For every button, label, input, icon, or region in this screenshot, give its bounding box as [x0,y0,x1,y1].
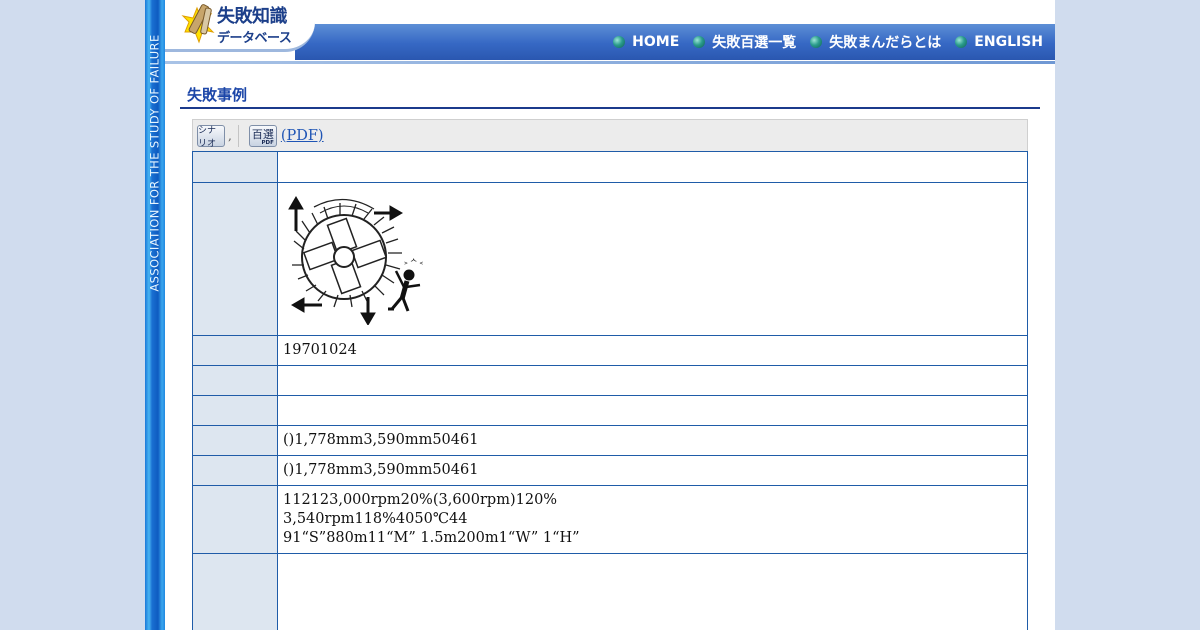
table-row [192,365,1028,396]
case-table: ﹥ᄉ﹤ 19701024 ()1,778mm3,590mm50461 ()1,7… [192,151,1028,630]
value-line: 3,540rpm118%4050℃44 [283,511,468,527]
pdf-link[interactable]: (PDF) [281,128,324,144]
bullet-icon [955,36,968,48]
nav-hyakusen-list-label: 失敗百選一覧 [712,35,797,51]
table-row: 112123,000rpm20%(3,600rpm)120% 3,540rpm1… [192,485,1028,554]
bullet-icon [810,36,823,48]
value-line: 112123,000rpm20%(3,600rpm)120% [283,492,558,508]
value-line: 91“S”880m11“M” 1.5m200m1“W” 1“H” [283,530,580,546]
row-label-cell [192,425,278,456]
nav-mandara[interactable]: 失敗まんだらとは [810,32,941,52]
page-title: 失敗事例 [187,86,248,104]
row-label-cell [192,553,278,630]
scenario-button-label: シナリオ [198,125,217,149]
toolbar: シナリオ , 百選 PDF (PDF) [192,119,1028,151]
row-value-cell: ()1,778mm3,590mm50461 [277,455,1028,486]
nav-mandara-label: 失敗まんだらとは [829,35,942,51]
row-value-cell [277,553,1028,630]
row-value-cell [277,365,1028,396]
row-label-cell [192,485,278,554]
logo-burst-icon [181,4,215,44]
toolbar-divider [237,124,239,147]
bullet-icon [613,36,626,48]
hyakusen-pdf-button[interactable]: 百選 PDF [248,124,277,147]
toolbar-separator: , [228,128,232,143]
table-row [192,553,1028,630]
main-nav: HOME 失敗百選一覧 失敗まんだらとは ENGLISH [613,31,1055,53]
row-value-cell-multiline: 112123,000rpm20%(3,600rpm)120% 3,540rpm1… [277,485,1028,554]
table-row: ()1,778mm3,590mm50461 [192,455,1028,486]
table-row: 19701024 [192,335,1028,366]
logo-title: 失敗知識 [217,6,288,27]
scenario-button[interactable]: シナリオ [197,124,225,149]
sidebar-stripe: ASSOCIATION FOR THE STUDY OF FAILURE [145,0,165,630]
nav-hyakusen-list[interactable]: 失敗百選一覧 [693,32,796,52]
row-label-cell [192,395,278,426]
row-label-cell [192,151,278,183]
page-frame: ASSOCIATION FOR THE STUDY OF FAILURE 失敗知… [145,0,1055,630]
row-value-cell: 19701024 [277,335,1028,366]
illustration-cell: ﹥ᄉ﹤ [277,182,1028,336]
hyakusen-button-sublabel: PDF [261,139,274,146]
row-value-cell [277,395,1028,426]
nav-home[interactable]: HOME [613,34,679,50]
sidebar-text-label: ASSOCIATION FOR THE STUDY OF FAILURE [148,33,162,292]
nav-english-label: ENGLISH [974,34,1043,50]
turbine-burst-illustration: ﹥ᄉ﹤ [288,196,425,325]
row-label-cell [192,182,278,336]
logo-subtitle: データベース [217,31,292,46]
header: 失敗知識 データベース HOME 失敗百選一覧 失敗まんだらとは ENGLISH [165,0,1055,64]
table-row: ﹥ᄉ﹤ [192,182,1028,336]
title-divider [180,107,1040,109]
nav-english[interactable]: ENGLISH [955,34,1043,50]
table-row: ()1,778mm3,590mm50461 [192,425,1028,456]
table-row [192,395,1028,426]
row-value-cell [277,151,1028,183]
svg-text:﹥ᄉ﹤: ﹥ᄉ﹤ [402,258,425,267]
header-underline [165,61,1055,64]
row-label-cell [192,365,278,396]
nav-home-label: HOME [632,34,680,50]
row-label-cell [192,455,278,486]
bullet-icon [693,36,706,48]
row-value-cell: ()1,778mm3,590mm50461 [277,425,1028,456]
logo[interactable]: 失敗知識 データベース [165,0,315,52]
sidebar-vertical-text: ASSOCIATION FOR THE STUDY OF FAILURE [147,10,163,315]
table-row [192,151,1028,183]
row-label-cell [192,335,278,366]
